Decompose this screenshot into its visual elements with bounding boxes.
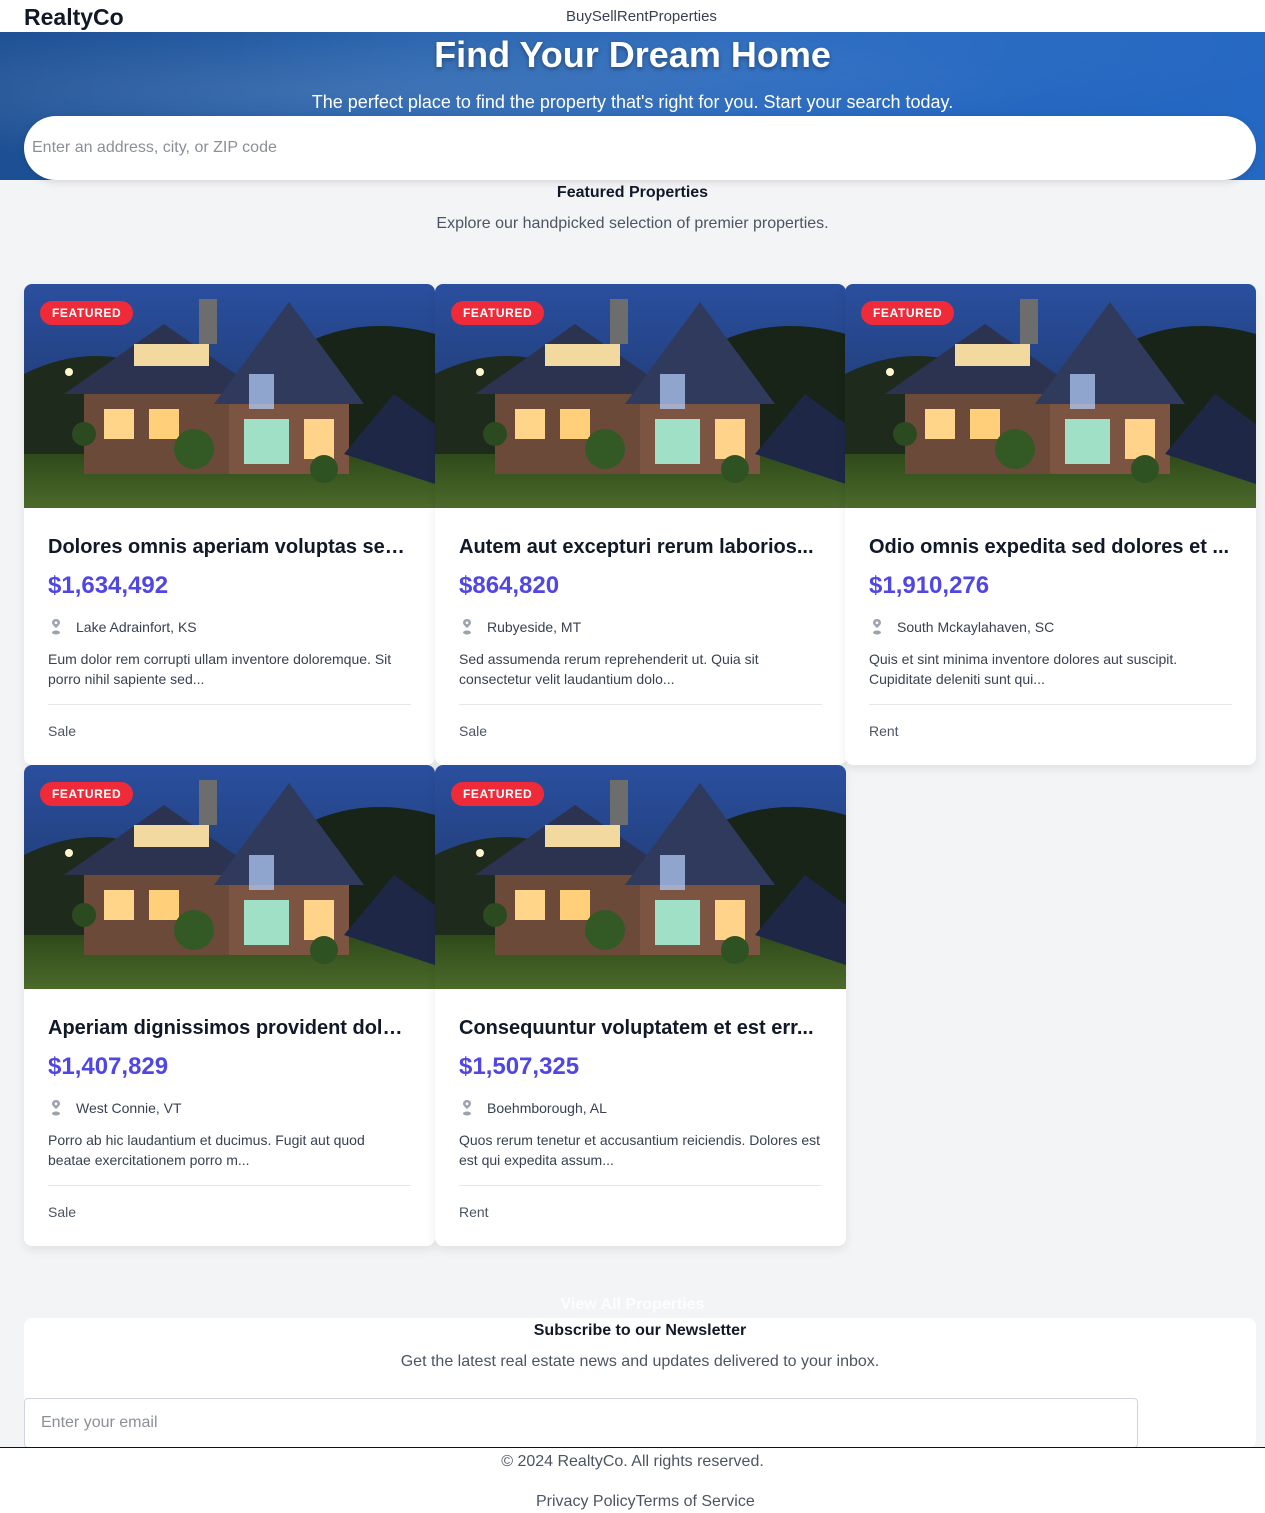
view-all-properties-link[interactable]: View All Properties bbox=[0, 1296, 1265, 1314]
property-location-text: Rubyeside, MT bbox=[487, 619, 582, 635]
property-location-text: West Connie, VT bbox=[76, 1100, 182, 1116]
nav-link-buy[interactable]: Buy bbox=[566, 8, 592, 25]
property-location-text: South Mckaylahaven, SC bbox=[897, 619, 1055, 635]
property-description: Quis et sint minima inventore dolores au… bbox=[869, 651, 1178, 687]
featured-section-subtitle: Explore our handpicked selection of prem… bbox=[436, 215, 829, 232]
footer-copyright: © 2024 RealtyCo. All rights reserved. bbox=[501, 1453, 764, 1470]
featured-badge: FEATURED bbox=[40, 782, 134, 806]
footer-link-terms[interactable]: Terms of Service bbox=[636, 1493, 755, 1511]
property-title[interactable]: Autem aut excepturi rerum laborios... bbox=[459, 536, 822, 559]
main-nav: Buy Sell Rent Properties bbox=[566, 8, 717, 25]
property-title[interactable]: Dolores omnis aperiam voluptas sed... bbox=[48, 536, 411, 559]
featured-badge: FEATURED bbox=[40, 301, 134, 325]
map-pin-icon bbox=[463, 1100, 471, 1116]
property-image[interactable]: FEATURED bbox=[435, 284, 846, 508]
featured-section-title: Featured Properties bbox=[556, 184, 709, 201]
newsletter-title: Subscribe to our Newsletter bbox=[533, 1322, 747, 1339]
property-price: $1,407,829 bbox=[48, 1053, 169, 1080]
card-divider bbox=[48, 704, 411, 705]
property-location-text: Boehmborough, AL bbox=[487, 1100, 607, 1116]
site-footer: © 2024 RealtyCo. All rights reserved. Pr… bbox=[0, 1447, 1265, 1513]
property-card[interactable]: FEATURED Dolores omnis aperiam voluptas … bbox=[24, 284, 435, 765]
property-search-input[interactable] bbox=[24, 116, 1256, 180]
property-price: $1,910,276 bbox=[869, 572, 990, 599]
property-description: Quos rerum tenetur et accusantium reicie… bbox=[459, 1132, 821, 1168]
property-price: $1,507,325 bbox=[459, 1053, 580, 1080]
nav-link-rent[interactable]: Rent bbox=[617, 8, 649, 25]
property-card[interactable]: FEATURED Odio omnis expedita sed dolores… bbox=[845, 284, 1256, 765]
property-location: Rubyeside, MT bbox=[459, 618, 581, 636]
property-location: Boehmborough, AL bbox=[459, 1099, 607, 1117]
property-title[interactable]: Odio omnis expedita sed dolores et ... bbox=[869, 536, 1232, 559]
featured-badge: FEATURED bbox=[861, 301, 955, 325]
map-pin-icon bbox=[52, 619, 60, 635]
card-divider bbox=[48, 1185, 411, 1186]
property-card[interactable]: FEATURED Consequuntur voluptatem et est … bbox=[435, 765, 846, 1246]
property-location: South Mckaylahaven, SC bbox=[869, 618, 1054, 636]
property-title[interactable]: Aperiam dignissimos provident dolo... bbox=[48, 1017, 411, 1040]
site-logo[interactable]: RealtyCo bbox=[24, 4, 124, 31]
property-description: Eum dolor rem corrupti ullam inventore d… bbox=[48, 651, 392, 687]
property-price: $864,820 bbox=[459, 572, 560, 599]
property-location-text: Lake Adrainfort, KS bbox=[76, 619, 197, 635]
newsletter-subtitle: Get the latest real estate news and upda… bbox=[400, 1353, 880, 1370]
newsletter-section: Subscribe to our Newsletter Get the late… bbox=[24, 1318, 1256, 1448]
card-divider bbox=[869, 704, 1232, 705]
property-location: West Connie, VT bbox=[48, 1099, 182, 1117]
property-listing-type: Sale bbox=[48, 1204, 77, 1220]
featured-badge: FEATURED bbox=[451, 301, 545, 325]
card-divider bbox=[459, 704, 822, 705]
property-image[interactable]: FEATURED bbox=[24, 284, 435, 508]
newsletter-email-input[interactable] bbox=[24, 1398, 1138, 1448]
property-description: Porro ab hic laudantium et ducimus. Fugi… bbox=[48, 1132, 365, 1168]
featured-badge: FEATURED bbox=[451, 782, 545, 806]
nav-link-properties[interactable]: Properties bbox=[649, 8, 717, 25]
property-image[interactable]: FEATURED bbox=[435, 765, 846, 989]
property-image[interactable]: FEATURED bbox=[24, 765, 435, 989]
property-image[interactable]: FEATURED bbox=[845, 284, 1256, 508]
card-divider bbox=[459, 1185, 822, 1186]
site-header: RealtyCo Buy Sell Rent Properties bbox=[0, 0, 1265, 32]
property-card[interactable]: FEATURED Aperiam dignissimos provident d… bbox=[24, 765, 435, 1246]
property-listing-type: Rent bbox=[869, 723, 899, 739]
nav-link-sell[interactable]: Sell bbox=[592, 8, 617, 25]
footer-links: Privacy Policy Terms of Service bbox=[536, 1493, 755, 1511]
map-pin-icon bbox=[873, 619, 881, 635]
hero-title: Find Your Dream Home bbox=[434, 34, 831, 75]
property-listing-type: Rent bbox=[459, 1204, 489, 1220]
property-price: $1,634,492 bbox=[48, 572, 169, 599]
property-card[interactable]: FEATURED Autem aut excepturi rerum labor… bbox=[435, 284, 846, 765]
property-listing-type: Sale bbox=[48, 723, 77, 739]
property-location: Lake Adrainfort, KS bbox=[48, 618, 197, 636]
map-pin-icon bbox=[52, 1100, 60, 1116]
property-listing-type: Sale bbox=[459, 723, 488, 739]
map-pin-icon bbox=[463, 619, 471, 635]
property-title[interactable]: Consequuntur voluptatem et est err... bbox=[459, 1017, 822, 1040]
footer-link-privacy[interactable]: Privacy Policy bbox=[536, 1493, 636, 1511]
hero-subtitle: The perfect place to find the property t… bbox=[311, 92, 954, 112]
property-description: Sed assumenda rerum reprehenderit ut. Qu… bbox=[459, 651, 759, 687]
